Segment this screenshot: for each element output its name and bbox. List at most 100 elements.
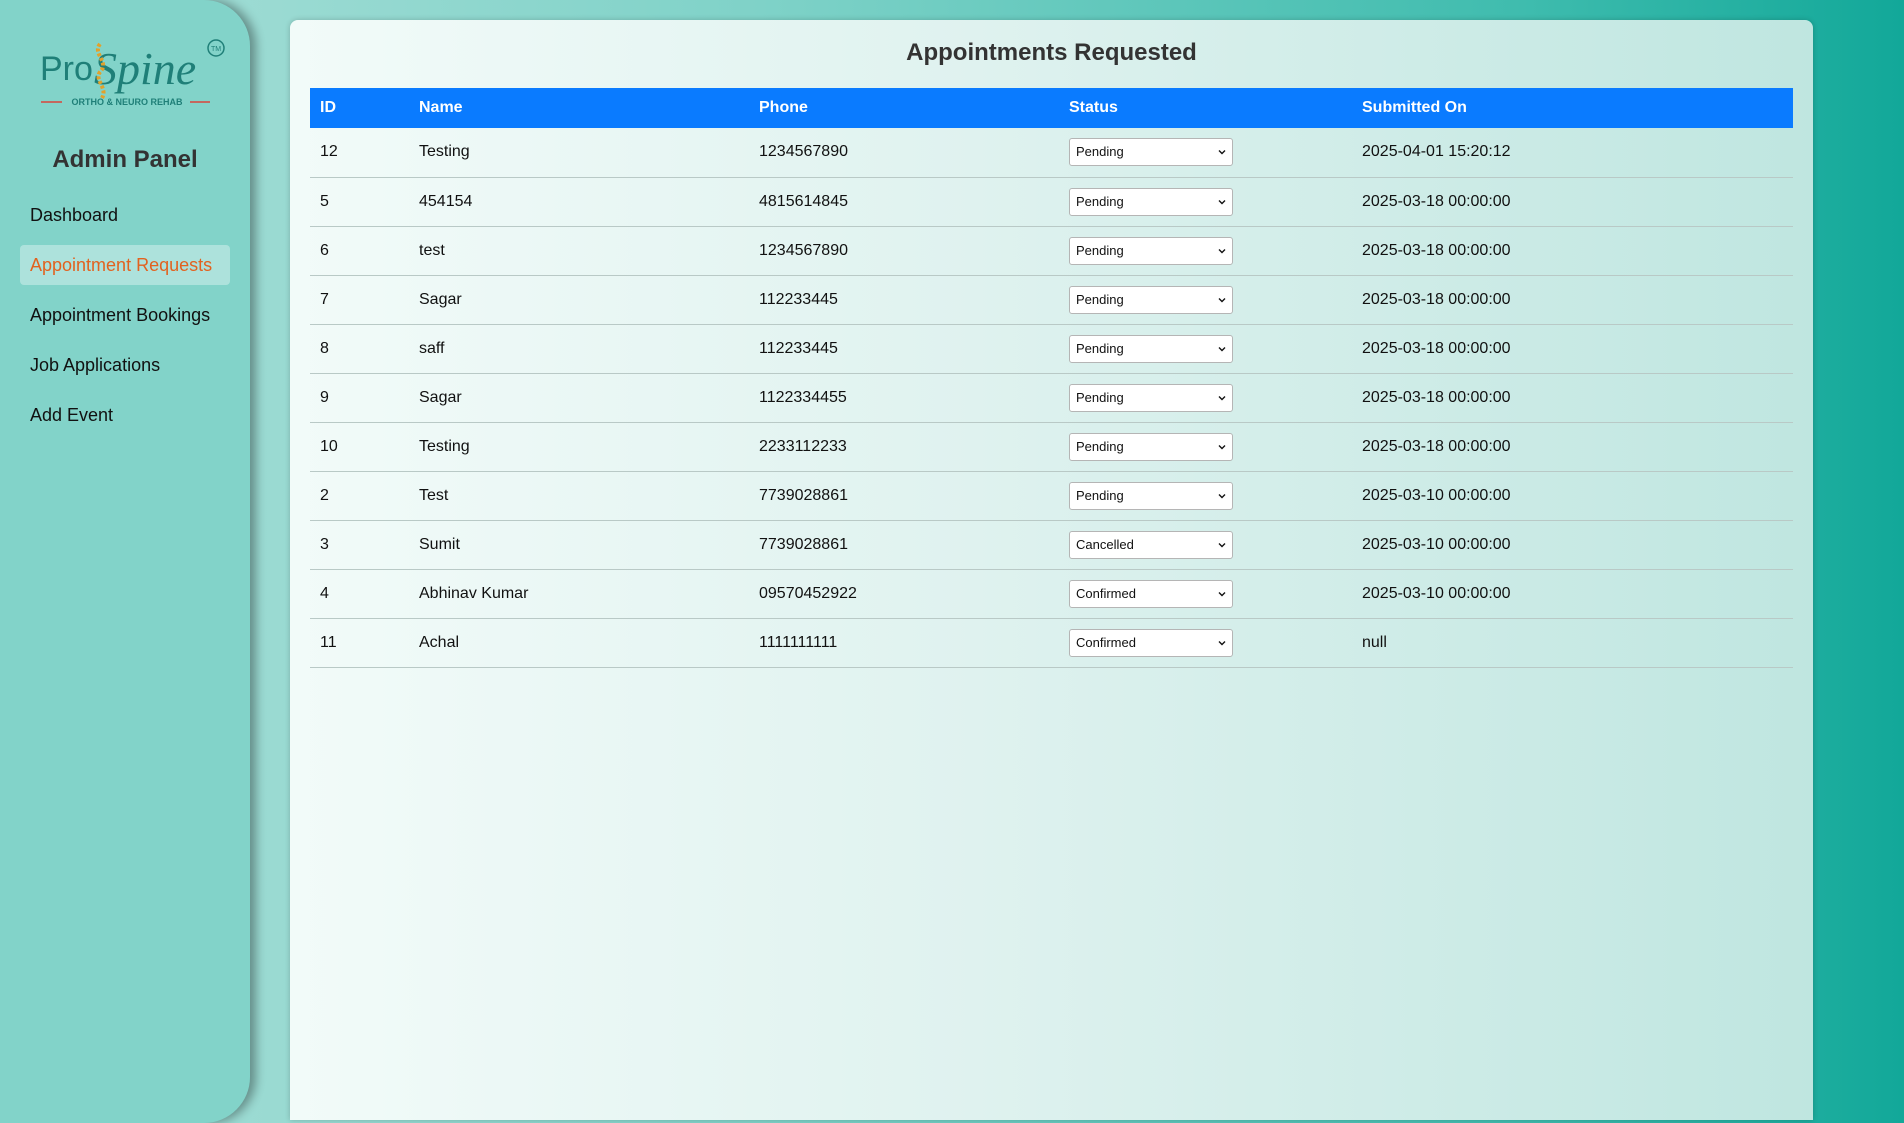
cell-name: 454154 [419, 192, 473, 210]
status-select-value: Pending [1076, 487, 1124, 503]
status-select[interactable]: Pending [1069, 383, 1233, 412]
cell-status: Pending [1059, 324, 1352, 373]
status-select-value: Pending [1076, 193, 1124, 209]
table-row: 4 Abhinav Kumar 09570452922 Confirmed 2025-0… [310, 569, 1793, 618]
cell-submitted-on: null [1362, 633, 1387, 651]
cell-name: test [419, 241, 445, 259]
cell-submitted-on: 2025-03-18 00:00:00 [1362, 437, 1511, 455]
table-row: 11 Achal 1111111111 Confirmed null [310, 618, 1793, 667]
cell-phone: 7739028861 [759, 486, 848, 504]
cell-submitted-on: 2025-03-10 00:00:00 [1362, 584, 1511, 602]
status-select[interactable]: Pending [1069, 432, 1233, 461]
page-title: Appointments Requested [906, 39, 1197, 66]
table-row: 10 Testing 2233112233 Pending 2025-03-18 00:… [310, 422, 1793, 471]
cell-status: Pending [1059, 422, 1352, 471]
table-row: 3 Sumit 7739028861 Cancelled 2025-03-10 00:0… [310, 520, 1793, 569]
cell-id: 11 [320, 633, 337, 651]
prospine-logo[interactable]: Pro Spine TM ORTHO & NEURO REHAB [38, 32, 228, 112]
cell-id: 7 [320, 290, 329, 308]
cell-id: 5 [320, 192, 329, 210]
main-content: Appointments Requested ID Name Phone Sta… [290, 20, 1813, 1120]
status-select[interactable]: Confirmed [1069, 628, 1233, 657]
cell-status: Pending [1059, 471, 1352, 520]
cell-submitted-on: 2025-03-18 00:00:00 [1362, 192, 1511, 210]
cell-id: 9 [320, 388, 329, 406]
table-row: 7 Sagar 112233445 Pending 2025-03-18 00:00:0… [310, 275, 1793, 324]
logo-pro-text: Pro [40, 50, 93, 88]
status-select-value: Pending [1076, 438, 1124, 454]
cell-name: Sumit [419, 535, 460, 553]
column-header-status: Status [1069, 99, 1118, 116]
cell-submitted-on: 2025-03-18 00:00:00 [1362, 290, 1511, 308]
table-header-row: ID Name Phone Status Submitted On [310, 88, 1793, 128]
sidebar-item-job-applications[interactable]: Job Applications [20, 345, 230, 385]
logo-tagline: ORTHO & NEURO REHAB [71, 97, 183, 107]
sidebar-item-appointment-requests[interactable]: Appointment Requests [20, 245, 230, 285]
sidebar-item-dashboard[interactable]: Dashboard [20, 195, 230, 235]
cell-id: 2 [320, 486, 329, 504]
cell-phone: 112233445 [759, 339, 838, 357]
status-select[interactable]: Pending [1069, 285, 1233, 314]
cell-phone: 4815614845 [759, 192, 848, 210]
column-header-phone: Phone [759, 99, 808, 116]
table-row: 12 Testing 1234567890 Pending 2025-04-01 15:… [310, 128, 1793, 177]
appointments-table: ID Name Phone Status Submitted On 12 Test… [310, 88, 1793, 668]
cell-id: 6 [320, 241, 329, 259]
cell-status: Pending [1059, 373, 1352, 422]
column-header-id: ID [320, 99, 336, 116]
column-header-submitted-on: Submitted On [1362, 99, 1467, 116]
status-select[interactable]: Pending [1069, 187, 1233, 216]
cell-phone: 1111111111 [759, 633, 838, 651]
column-header-name: Name [419, 99, 463, 116]
cell-status: Pending [1059, 177, 1352, 226]
status-select-value: Pending [1076, 291, 1124, 307]
chevron-down-icon [1218, 591, 1226, 596]
cell-id: 3 [320, 535, 329, 553]
cell-submitted-on: 2025-03-18 00:00:00 [1362, 241, 1511, 259]
chevron-down-icon [1218, 297, 1226, 302]
status-select[interactable]: Pending [1069, 334, 1233, 363]
status-select[interactable]: Pending [1069, 236, 1233, 265]
table-row: 8 saff 112233445 Pending 2025-03-18 00:00:00 [310, 324, 1793, 373]
sidebar: Pro Spine TM ORTHO & NEURO REHAB Admin P… [0, 0, 250, 1123]
cell-phone: 1234567890 [759, 241, 848, 259]
sidebar-item-appointment-bookings[interactable]: Appointment Bookings [20, 295, 230, 335]
cell-phone: 1234567890 [759, 143, 848, 161]
chevron-down-icon [1218, 395, 1226, 400]
status-select[interactable]: Confirmed [1069, 579, 1233, 608]
cell-name: Achal [419, 633, 460, 651]
status-select[interactable]: Cancelled [1069, 530, 1233, 559]
chevron-down-icon [1218, 346, 1226, 351]
cell-submitted-on: 2025-03-10 00:00:00 [1362, 486, 1511, 504]
table-row: 5 454154 4815614845 Pending 2025-03-18 00:00… [310, 177, 1793, 226]
cell-id: 12 [320, 143, 338, 161]
status-select-value: Pending [1076, 340, 1124, 356]
cell-submitted-on: 2025-03-18 00:00:00 [1362, 388, 1511, 406]
prospine-logo-graphic: Pro Spine TM ORTHO & NEURO REHAB [40, 39, 225, 107]
trademark-text: TM [211, 46, 221, 53]
chevron-down-icon [1218, 248, 1226, 253]
cell-status: Cancelled [1059, 520, 1352, 569]
cell-phone: 09570452922 [759, 584, 857, 602]
cell-status: Pending [1059, 275, 1352, 324]
table-row: 6 test 1234567890 Pending 2025-03-18 00:00:0… [310, 226, 1793, 275]
status-select[interactable]: Pending [1069, 481, 1233, 510]
logo-spine-text: Spine [94, 43, 196, 94]
cell-name: Abhinav Kumar [419, 584, 529, 602]
cell-phone: 2233112233 [759, 437, 847, 455]
cell-status: Pending [1059, 226, 1352, 275]
sidebar-nav: Dashboard Appointment Requests Appointme… [20, 195, 230, 445]
status-select[interactable]: Pending [1069, 138, 1233, 167]
chevron-down-icon [1218, 542, 1226, 547]
status-select-value: Cancelled [1076, 536, 1134, 552]
status-select-value: Pending [1076, 144, 1124, 160]
cell-name: Test [419, 486, 449, 504]
sidebar-item-add-event[interactable]: Add Event [20, 395, 230, 435]
cell-submitted-on: 2025-03-18 00:00:00 [1362, 339, 1511, 357]
cell-name: Sagar [419, 290, 462, 308]
cell-phone: 1122334455 [759, 388, 847, 406]
table-body: 12 Testing 1234567890 Pending 2025-04-01 15:… [310, 128, 1793, 667]
chevron-down-icon [1218, 493, 1226, 498]
cell-id: 4 [320, 584, 329, 602]
status-select-value: Confirmed [1076, 585, 1136, 601]
